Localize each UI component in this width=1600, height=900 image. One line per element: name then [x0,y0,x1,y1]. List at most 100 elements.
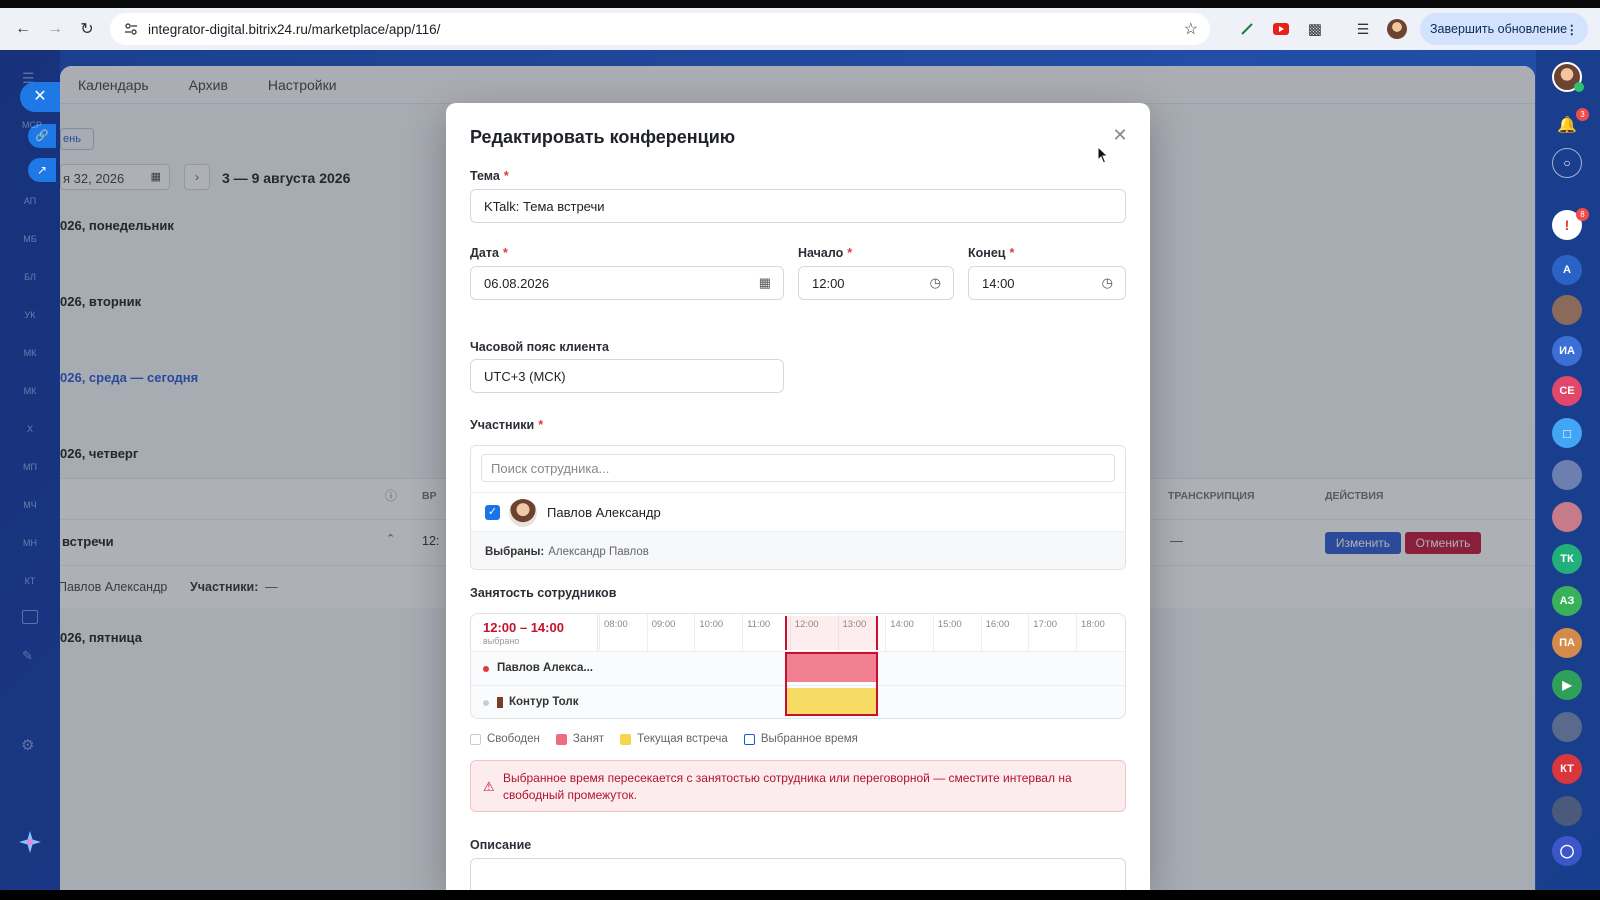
reload-button[interactable]: ↻ [72,14,102,44]
conflict-alert: ⚠ Выбранное время пересекается с занятос… [470,760,1126,812]
date-input[interactable]: 06.08.2026 ▦ [470,266,784,300]
sidebar-item-10[interactable]: МН [18,538,42,558]
busy-row-name: Павлов Алекса... [497,662,593,674]
participants-label: Участники * [470,418,543,432]
contact-avatar-a[interactable]: А [1552,255,1582,285]
sidebar-item-2[interactable]: МБ [18,234,42,254]
settings-gear-icon[interactable]: ⚙ [21,736,34,754]
store-icon[interactable] [22,610,38,624]
selected-label: Выбраны: [485,545,545,558]
right-sidebar: 🔔 3 ○ ! 8 А ИА СЕ □ ТК АЗ ПА ▶ КТ ◯ [1536,50,1600,890]
site-settings-icon[interactable] [120,18,142,40]
copilot-icon[interactable]: ◯ [1552,836,1582,866]
youtube-extension-icon[interactable] [1268,16,1294,42]
arrow-left-icon: ← [15,20,31,37]
finish-update-button[interactable]: Завершить обновление ⋮ [1420,13,1588,45]
copilot-star-icon[interactable] [18,830,42,854]
participants-label-text: Участники [470,418,535,432]
close-icon[interactable]: ✕ [1110,125,1130,145]
hour-tick-label: 14:00 [890,619,914,630]
left-sidebar: ☰ ✕ 🔗 ↗ МСР АП МБ БЛ УК МК МК Х МП МЧ МН… [0,50,60,890]
end-time-value: 14:00 [982,275,1015,291]
sidebar-item-8[interactable]: МП [18,462,42,482]
chat-icon[interactable]: ○ [1552,148,1582,178]
required-mark: * [847,246,853,260]
contact-photo-1[interactable] [1552,295,1582,325]
contact-avatar-ce[interactable]: СЕ [1552,376,1582,406]
sidebar-item-11[interactable]: КТ [18,576,42,596]
external-link-icon[interactable]: ↗ [28,158,56,182]
required-mark: * [1009,246,1015,260]
close-panel-button[interactable]: ✕ [20,82,60,112]
pen-extension-icon[interactable] [1234,16,1260,42]
profile-avatar[interactable] [1384,16,1410,42]
topic-value: KTalk: Тема встречи [484,198,605,214]
sidebar-item-6[interactable]: МК [18,386,42,406]
busy-label: Занятость сотрудников [470,586,617,600]
end-label: Конец * [968,246,1014,260]
legend-swatch [743,733,755,745]
sidebar-item-9[interactable]: МЧ [18,500,42,520]
contact-avatar-ia[interactable]: ИА [1552,336,1582,366]
pencil-icon[interactable]: ✎ [22,648,33,664]
calendar-icon[interactable]: ▦ [759,275,771,291]
contact-photo-5[interactable] [1552,796,1582,826]
legend-busy: Занят [555,733,605,745]
start-label-text: Начало [798,246,844,260]
conflict-alert-text: Выбранное время пересекается с занятость… [503,771,1072,802]
topic-input[interactable]: KTalk: Тема встречи [470,189,1126,223]
timezone-value: UTC+3 (МСК) [484,368,566,384]
sidebar-item-0[interactable]: МСР [20,120,44,140]
screen-top-band [0,0,1600,8]
chat-bubble-icon[interactable]: □ [1552,418,1582,448]
participant-checkbox[interactable]: ✓ [485,505,500,520]
back-button[interactable]: ← [8,14,38,44]
contact-avatar-tk[interactable]: ТК [1552,544,1582,574]
reload-icon: ↻ [80,21,94,38]
address-bar[interactable]: integrator-digital.bitrix24.ru/marketpla… [110,13,1210,45]
participant-row[interactable]: ✓ Павлов Александр [471,492,1125,532]
contact-photo-4[interactable] [1552,712,1582,742]
selected-interval-outline[interactable] [785,652,878,716]
puzzle-extensions-icon[interactable]: ▩ [1302,16,1328,42]
bookmark-star-icon[interactable]: ☆ [1184,19,1198,39]
topic-label: Тема * [470,169,509,183]
clock-icon[interactable]: ◷ [930,275,941,291]
start-time-input[interactable]: 12:00 ◷ [798,266,954,300]
clock-icon[interactable]: ◷ [1102,275,1113,291]
legend-label: Занят [572,733,605,745]
status-dot [483,666,489,672]
start-label: Начало * [798,246,852,260]
more-vert-icon[interactable]: ⋮ [1566,22,1579,37]
legend-free: Свободен [470,733,540,745]
selected-summary: Выбраны: Александр Павлов [471,532,1125,569]
selected-value: Александр Павлов [548,545,649,558]
contact-avatar-az[interactable]: АЗ [1552,586,1582,616]
sidebar-item-3[interactable]: БЛ [18,272,42,292]
hour-tick-label: 15:00 [937,619,962,630]
media-control-icon[interactable]: ☰ [1350,16,1376,42]
contact-photo-3[interactable] [1552,502,1582,532]
busy-legend: Свободен Занят Текущая встреча Выбранное… [470,733,858,745]
employee-search-input[interactable]: Поиск сотрудника... [481,454,1115,482]
participants-box: Поиск сотрудника... ✓ Павлов Александр В… [470,445,1126,570]
hour-tick-label: 09:00 [651,619,676,630]
contact-photo-2[interactable] [1552,460,1582,490]
topic-label-text: Тема [470,169,500,183]
hour-tick-label: 10:00 [699,619,724,630]
end-label-text: Конец [968,246,1006,260]
sidebar-item-7[interactable]: Х [18,424,42,444]
contact-avatar-kt[interactable]: КТ [1552,754,1582,784]
hour-tick-label: 11:00 [747,619,771,630]
sidebar-item-5[interactable]: МК [18,348,42,368]
warning-icon: ⚠ [483,779,495,794]
timezone-select[interactable]: UTC+3 (МСК) [470,359,784,393]
sidebar-item-1[interactable]: АП [18,196,42,216]
end-time-input[interactable]: 14:00 ◷ [968,266,1126,300]
forward-button[interactable]: → [40,14,70,44]
contact-avatar-pa[interactable]: ПА [1552,628,1582,658]
video-call-icon[interactable]: ▶ [1552,670,1582,700]
mouse-cursor-icon [1097,145,1109,169]
selected-interval-top [785,616,878,650]
sidebar-item-4[interactable]: УК [18,310,42,330]
